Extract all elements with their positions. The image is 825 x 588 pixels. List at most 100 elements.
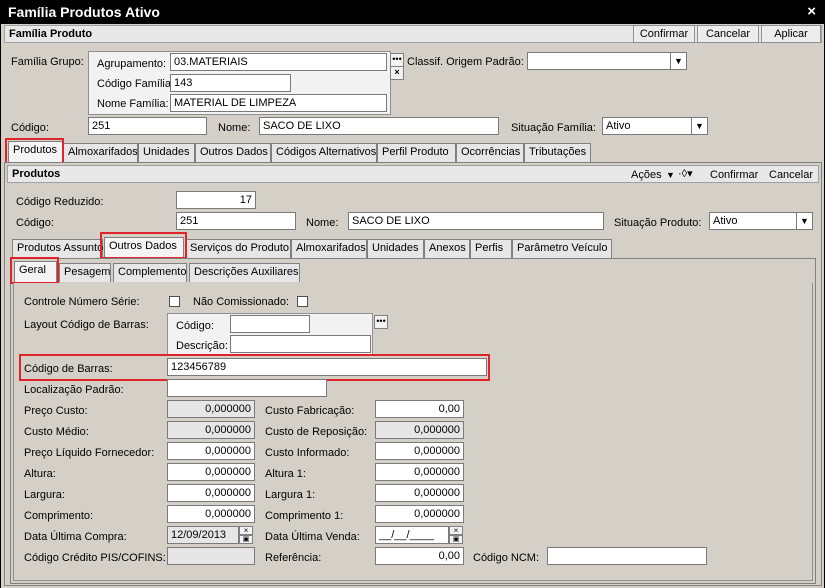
- chevron-down-icon[interactable]: ▼: [666, 168, 675, 182]
- chevron-down-icon[interactable]: ▼: [670, 53, 686, 69]
- run-icon[interactable]: ·◊▾: [678, 167, 693, 181]
- produtos-cancel-button[interactable]: Cancelar: [769, 168, 813, 182]
- tab-perfil-produto[interactable]: Perfil Produto: [377, 143, 456, 162]
- agrupamento-lookup-icon[interactable]: •••: [390, 53, 404, 67]
- tab-servicos-produto[interactable]: Serviços do Produto: [185, 239, 291, 258]
- produto-codigo-field[interactable]: 251: [176, 212, 296, 230]
- situacao-produto-select[interactable]: Ativo ▼: [709, 212, 813, 230]
- produtos-confirm-button[interactable]: Confirmar: [710, 168, 758, 182]
- tab-outros-dados[interactable]: Outros Dados: [195, 143, 271, 162]
- classif-select[interactable]: ▼: [527, 52, 687, 70]
- tab-sub-unidades[interactable]: Unidades: [367, 239, 424, 258]
- situacao-familia-value: Ativo: [606, 120, 631, 132]
- situacao-produto-value: Ativo: [713, 215, 738, 227]
- familia-apply-button[interactable]: Aplicar: [761, 25, 821, 43]
- layout-descricao-label: Descrição:: [176, 340, 228, 352]
- acoes-menu[interactable]: Ações: [631, 168, 662, 182]
- layout-codigo-barras-label: Layout Código de Barras:: [24, 319, 149, 331]
- comprimento-label: Comprimento:: [24, 510, 94, 522]
- layout-codigo-label: Código:: [176, 320, 214, 332]
- custo-fabricacao-label: Custo Fabricação:: [265, 405, 355, 417]
- controle-serie-checkbox[interactable]: [169, 296, 180, 307]
- tab-unidades[interactable]: Unidades: [138, 143, 195, 162]
- nao-comissionado-label: Não Comissionado:: [193, 296, 289, 308]
- agrupamento-label: Agrupamento:: [97, 58, 167, 70]
- data-venda-field[interactable]: __/__/____: [375, 526, 449, 544]
- chevron-down-icon[interactable]: ▼: [796, 213, 812, 229]
- familia-nome-label: Nome:: [218, 122, 251, 134]
- situacao-familia-label: Situação Família:: [511, 122, 596, 134]
- altura1-field[interactable]: 0,000000: [375, 463, 464, 481]
- highlight-produtos-tab: [5, 138, 64, 165]
- nome-familia-label: Nome Família:: [97, 98, 169, 110]
- highlight-codigo-barras: [19, 354, 490, 381]
- situacao-familia-select[interactable]: Ativo ▼: [602, 117, 708, 135]
- tab-pesagem[interactable]: Pesagem: [59, 263, 111, 282]
- codigo-reduzido-field[interactable]: 17: [176, 191, 256, 209]
- largura-label: Largura:: [24, 489, 65, 501]
- highlight-geral-tab: [10, 257, 59, 284]
- largura-field[interactable]: 0,000000: [167, 484, 255, 502]
- tab-descricoes-auxiliares[interactable]: Descrições Auxiliares: [189, 263, 300, 282]
- preco-liquido-field[interactable]: 0,000000: [167, 442, 255, 460]
- codigo-ncm-field[interactable]: [547, 547, 707, 565]
- familia-nome-field[interactable]: SACO DE LIXO: [259, 117, 499, 135]
- familia-codigo-field[interactable]: 251: [88, 117, 207, 135]
- tab-almoxarifados[interactable]: Almoxarifados: [63, 143, 138, 162]
- comprimento-field[interactable]: 0,000000: [167, 505, 255, 523]
- produto-nome-label: Nome:: [306, 217, 339, 229]
- familia-cancel-button[interactable]: Cancelar: [697, 25, 759, 43]
- produtos-header-title: Produtos: [12, 168, 61, 180]
- custo-fabricacao-field[interactable]: 0,00: [375, 400, 464, 418]
- tab-produtos-assunto[interactable]: Produtos Assunto: [12, 239, 103, 258]
- calendar-icon[interactable]: ▣: [449, 535, 463, 544]
- produto-codigo-label: Código:: [16, 217, 54, 229]
- comprimento1-field[interactable]: 0,000000: [375, 505, 464, 523]
- custo-informado-field[interactable]: 0,000000: [375, 442, 464, 460]
- tab-anexos[interactable]: Anexos: [424, 239, 470, 258]
- codigo-reduzido-label: Código Reduzido:: [16, 196, 104, 208]
- localizacao-field[interactable]: [167, 379, 327, 397]
- classif-label: Classif. Origem Padrão:: [407, 56, 524, 68]
- codigo-familia-field[interactable]: 143: [170, 74, 291, 92]
- agrupamento-field[interactable]: 03.MATERIAIS: [170, 53, 387, 71]
- data-venda-label: Data Última Venda:: [265, 531, 360, 543]
- preco-custo-field: 0,000000: [167, 400, 255, 418]
- largura1-label: Largura 1:: [265, 489, 316, 501]
- data-venda-clear-icon[interactable]: ×: [449, 526, 463, 535]
- custo-reposicao-field: 0,000000: [375, 421, 464, 439]
- credito-pis-cofins-label: Código Crédito PIS/COFINS:: [24, 552, 166, 564]
- largura1-field[interactable]: 0,000000: [375, 484, 464, 502]
- produto-nome-field[interactable]: SACO DE LIXO: [348, 212, 604, 230]
- tab-codigos-alternativos[interactable]: Códigos Alternativos: [271, 143, 377, 162]
- custo-informado-label: Custo Informado:: [265, 447, 350, 459]
- codigo-familia-label: Código Família:: [97, 78, 175, 90]
- calendar-icon[interactable]: ▣: [239, 535, 253, 544]
- layout-codigo-field[interactable]: [230, 315, 310, 333]
- altura1-label: Altura 1:: [265, 468, 306, 480]
- preco-liquido-label: Preço Líquido Fornecedor:: [24, 447, 155, 459]
- tab-ocorrencias[interactable]: Ocorrências: [456, 143, 524, 162]
- chevron-down-icon[interactable]: ▼: [691, 118, 707, 134]
- tab-tributacoes[interactable]: Tributações: [524, 143, 591, 162]
- tab-perfis[interactable]: Perfis: [470, 239, 512, 258]
- controle-serie-label: Controle Número Série:: [24, 296, 140, 308]
- layout-descricao-field[interactable]: [230, 335, 371, 353]
- tab-complemento[interactable]: Complemento: [113, 263, 187, 282]
- familia-confirm-button[interactable]: Confirmar: [633, 25, 695, 43]
- window-title-bar: Família Produtos Ativo: [1, 0, 824, 24]
- agrupamento-clear-icon[interactable]: ×: [390, 66, 404, 80]
- data-compra-field: 12/09/2013: [167, 526, 239, 544]
- preco-custo-label: Preço Custo:: [24, 405, 88, 417]
- tab-sub-almoxarifados[interactable]: Almoxarifados: [291, 239, 367, 258]
- tab-parametro-veiculo[interactable]: Parâmetro Veículo: [512, 239, 612, 258]
- nome-familia-field[interactable]: MATERIAL DE LIMPEZA: [170, 94, 387, 112]
- referencia-field[interactable]: 0,00: [375, 547, 464, 565]
- altura-field[interactable]: 0,000000: [167, 463, 255, 481]
- window-title: Família Produtos Ativo: [8, 4, 160, 20]
- nao-comissionado-checkbox[interactable]: [297, 296, 308, 307]
- produtos-header: Produtos: [7, 165, 819, 183]
- data-compra-clear-icon[interactable]: ×: [239, 526, 253, 535]
- layout-lookup-icon[interactable]: •••: [374, 315, 388, 329]
- close-icon[interactable]: ×: [807, 3, 816, 20]
